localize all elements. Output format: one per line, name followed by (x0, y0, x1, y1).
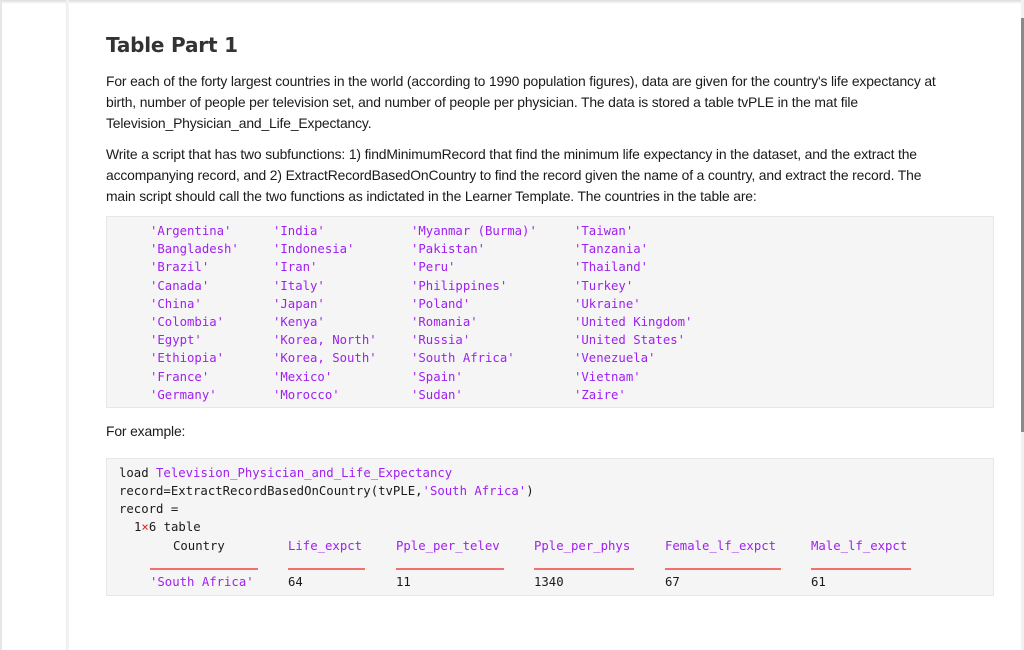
task-paragraph: Write a script that has two subfunctions… (106, 144, 994, 207)
call-argument: 'South Africa' (422, 484, 527, 498)
country-item: 'Morocco' (273, 387, 340, 402)
country-item: 'Korea, North' (273, 333, 377, 348)
intro-paragraph: For each of the forty largest countries … (106, 71, 994, 134)
call-prefix: record=ExtractRecordBasedOnCountry(tvPLE… (119, 484, 423, 498)
country-item: 'Romania' (411, 314, 478, 329)
country-item: 'Indonesia' (273, 242, 355, 257)
country-column-3: 'Myanmar (Burma)' 'Pakistan' 'Peru' 'Phi… (411, 222, 537, 404)
country-item: 'Ukraine' (574, 296, 641, 311)
country-item: 'Kenya' (273, 314, 325, 329)
country-item: 'Russia' (411, 333, 471, 348)
country-item: 'Egypt' (150, 333, 202, 348)
country-item: 'Poland' (411, 296, 471, 311)
country-item: 'Thailand' (574, 260, 649, 275)
task-line: Write a script that has two subfunctions… (106, 146, 917, 162)
country-item: 'Turkey' (574, 278, 634, 293)
country-item: 'Pakistan' (411, 242, 486, 257)
country-item: 'Japan' (273, 296, 325, 311)
intro-line: For each of the forty largest countries … (106, 73, 936, 89)
country-item: 'Mexico' (273, 369, 333, 384)
country-item: 'United Kingdom' (574, 314, 693, 329)
country-item: 'Italy' (273, 278, 325, 293)
table-rule (396, 568, 504, 570)
table-cell-female-lf-expct: 67 (665, 575, 680, 589)
country-item: 'Venezuela' (574, 351, 656, 366)
table-size-line: 1×6 table (134, 518, 201, 536)
country-item: 'Argentina' (150, 224, 232, 238)
table-cell-pple-per-telev: 11 (396, 575, 411, 589)
load-command: load (119, 466, 157, 480)
country-item: 'Sudan' (411, 387, 463, 402)
table-rule (288, 568, 365, 570)
country-item: 'Bangladesh' (150, 242, 239, 257)
country-item: 'Canada' (150, 278, 210, 293)
table-header-pple-per-telev: Pple_per_telev (396, 539, 500, 553)
country-column-4: 'Taiwan' 'Tanzania' 'Thailand' 'Turkey' … (574, 222, 692, 404)
country-item: 'Colombia' (150, 314, 225, 329)
intro-line: birth, number of people per television s… (106, 94, 858, 110)
size-cols: 6 table (148, 520, 201, 534)
country-item: 'Korea, South' (273, 351, 377, 366)
table-cell-male-lf-expct: 61 (811, 575, 826, 589)
table-rule (150, 568, 258, 570)
country-item: 'Taiwan' (574, 224, 634, 238)
table-header-country: Country (173, 539, 225, 553)
document-content: Table Part 1 For each of the forty large… (106, 28, 994, 596)
load-line: load Television_Physician_and_Life_Expec… (119, 464, 452, 482)
task-line: main script should call the two function… (106, 188, 757, 204)
table-cell-pple-per-phys: 1340 (534, 575, 564, 589)
country-item: 'Ethiopia' (150, 351, 225, 366)
table-cell-country: 'South Africa' (150, 575, 254, 589)
country-item: 'Zaire' (574, 387, 626, 402)
country-item: 'Tanzania' (574, 242, 649, 257)
load-argument: Television_Physician_and_Life_Expectancy (156, 466, 453, 480)
country-item: 'India' (273, 224, 325, 238)
country-item: 'Vietnam' (574, 369, 641, 384)
call-suffix: ) (526, 484, 534, 498)
country-item: 'France' (150, 369, 210, 384)
example-code-block: load Television_Physician_and_Life_Expec… (106, 458, 994, 596)
left-gutter (0, 0, 2, 650)
countries-code-block: 'Argentina' 'Bangladesh' 'Brazil' 'Canad… (106, 216, 994, 408)
country-item: 'Germany' (150, 387, 217, 402)
page-edge (66, 0, 69, 650)
top-shadow (0, 0, 1024, 4)
country-item: 'Spain' (411, 369, 463, 384)
output-var-line: record = (119, 502, 179, 516)
table-rule (534, 568, 634, 570)
country-item: 'Myanmar (Burma)' (411, 224, 537, 238)
country-item: 'Philippines' (411, 278, 508, 293)
country-column-2: 'India' 'Indonesia' 'Iran' 'Italy' 'Japa… (273, 222, 377, 404)
table-header-life-expct: Life_expct (288, 539, 363, 553)
country-item: 'China' (150, 296, 202, 311)
table-header-pple-per-phys: Pple_per_phys (534, 539, 631, 553)
call-line: record=ExtractRecordBasedOnCountry(tvPLE… (119, 482, 534, 500)
intro-line: Television_Physician_and_Life_Expectancy… (106, 115, 372, 131)
table-rule (811, 568, 911, 570)
country-item: 'Peru' (411, 260, 456, 275)
table-cell-life-expct: 64 (288, 575, 303, 589)
table-rule (665, 568, 781, 570)
for-example-label: For example: (106, 423, 186, 439)
page-title: Table Part 1 (106, 33, 238, 57)
country-column-1: 'Argentina' 'Bangladesh' 'Brazil' 'Canad… (150, 222, 239, 404)
country-item: 'South Africa' (411, 351, 515, 366)
country-item: 'Brazil' (150, 260, 210, 275)
country-item: 'Iran' (273, 260, 318, 275)
country-item: 'United States' (574, 333, 686, 348)
table-header-male-lf-expct: Male_lf_expct (811, 539, 908, 553)
size-times: × (141, 520, 149, 534)
task-line: accompanying record, and 2) ExtractRecor… (106, 167, 922, 183)
table-header-female-lf-expct: Female_lf_expct (665, 539, 777, 553)
